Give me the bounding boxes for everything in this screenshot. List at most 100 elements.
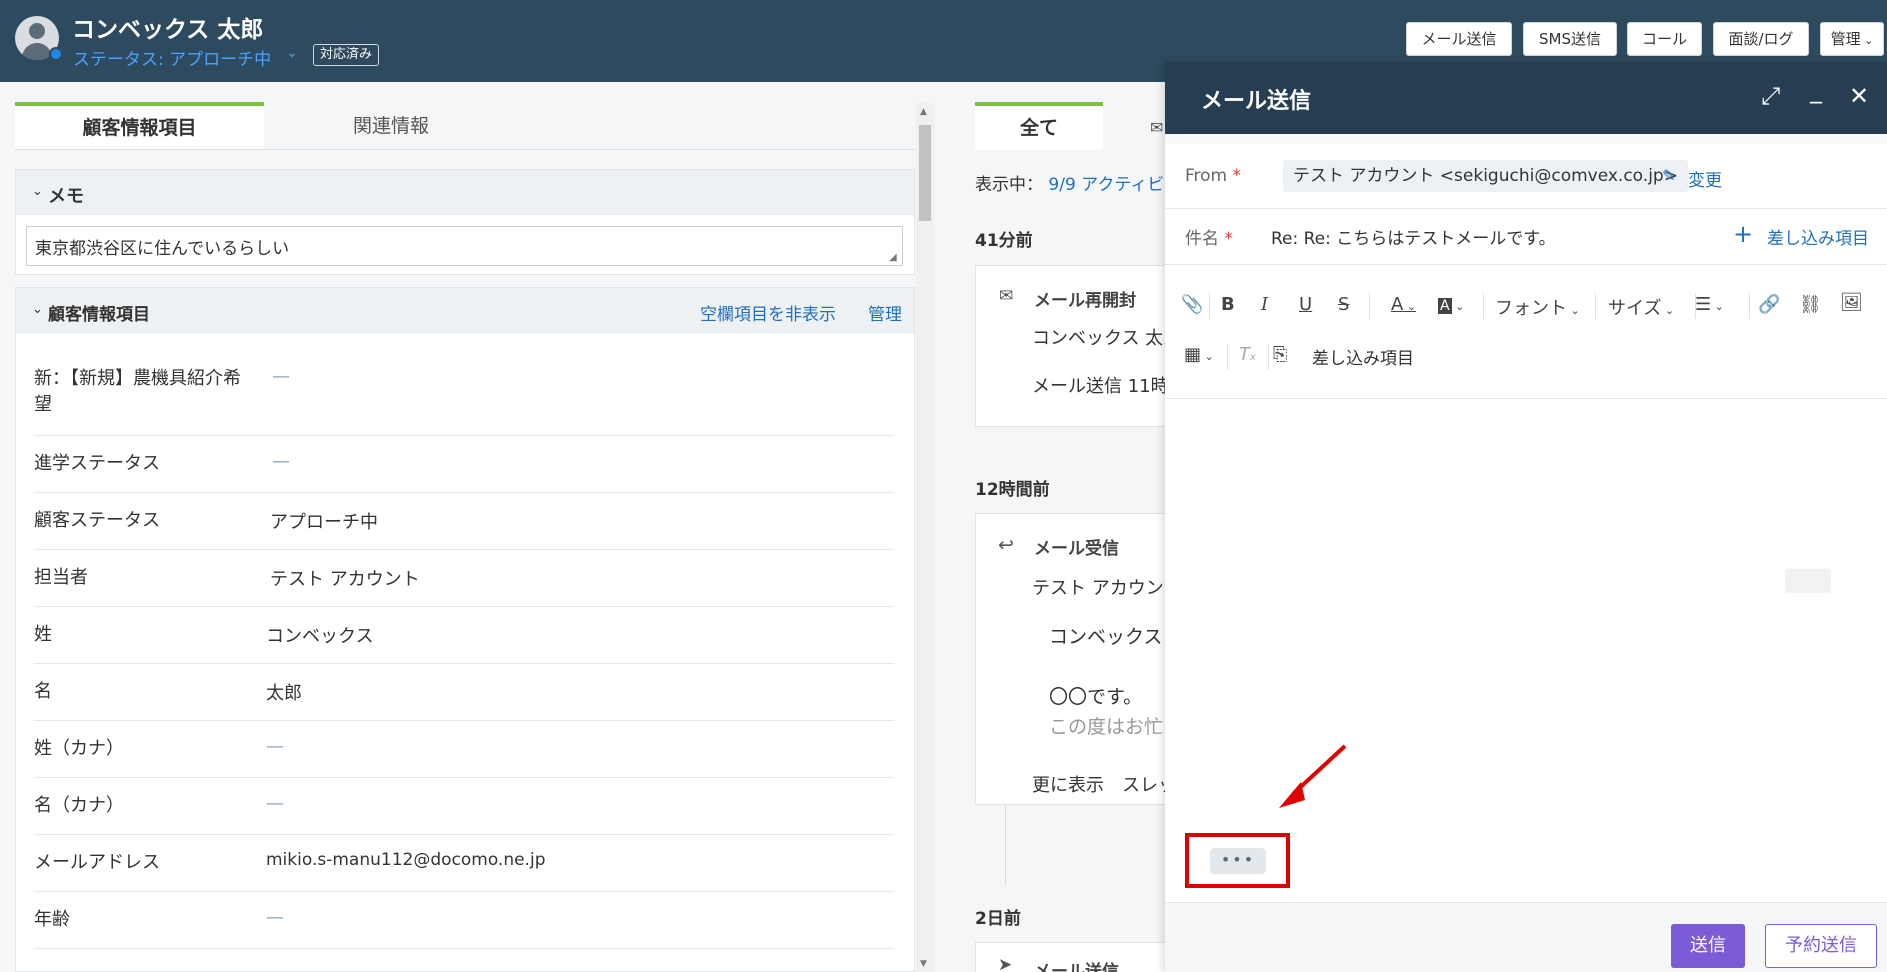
chevron-down-icon[interactable]: ⌄ — [286, 45, 298, 61]
subject-input[interactable]: Re: Re: こちらはテストメールです。 — [1271, 224, 1556, 249]
subject-label: 件名 * — [1185, 229, 1233, 249]
field-row: 顧客ステータス アプローチ中 — [34, 493, 894, 550]
status-badge: 対応済み — [313, 44, 380, 66]
font-size-select[interactable]: サイズ ⌄ — [1608, 294, 1674, 320]
send-email-button[interactable]: メール送信 — [1406, 22, 1512, 56]
field-row: 進学ステータス — — [34, 436, 894, 493]
email-compose-panel: メール送信 ⤢ _ ✕ From * テスト アカウント <sekiguchi@… — [1165, 62, 1887, 972]
schedule-send-button[interactable]: 予約送信 — [1765, 924, 1877, 968]
memo-section-header[interactable]: ⌄ メモ — [15, 169, 915, 215]
email-compose-header: メール送信 ⤢ _ ✕ — [1165, 62, 1887, 134]
italic-icon[interactable]: I — [1261, 294, 1268, 315]
timeline-card[interactable]: ➤ メール送信 — [975, 942, 1175, 972]
field-value[interactable]: — — [266, 907, 284, 928]
left-scrollbar[interactable]: ▲ ▼ — [916, 103, 934, 972]
activity-text: メール送信 11時間 — [1032, 376, 1187, 397]
field-row: 姓 コンベックス — [34, 607, 894, 664]
field-label: 年齢 — [34, 909, 70, 930]
unlink-icon[interactable]: ⛓ — [1799, 294, 1822, 315]
field-value[interactable]: — — [266, 736, 284, 757]
memo-textarea[interactable]: 東京都渋谷区に住んでいるらしい — [26, 226, 903, 266]
minimize-icon[interactable]: _ — [1810, 76, 1822, 104]
timeline-time: 41分前 — [975, 231, 1033, 251]
activity-text: 〇〇です。 — [1049, 686, 1143, 708]
merge-field-button[interactable]: 差し込み項目 — [1312, 344, 1414, 369]
call-button[interactable]: コール — [1627, 22, 1702, 56]
clear-format-icon[interactable]: Tx — [1239, 344, 1256, 365]
tab-related-info[interactable]: 関連情報 — [264, 102, 518, 150]
field-value[interactable]: — — [272, 451, 290, 472]
timeline-card[interactable]: ✉ メール再開封 コンベックス 太郎 メール送信 11時間 — [975, 265, 1187, 427]
timeline-connector — [1005, 805, 1006, 885]
send-icon: ➤ — [998, 955, 1013, 972]
customer-info-section-header[interactable]: ⌄ 顧客情報項目 空欄項目を非表示 管理 — [15, 287, 915, 333]
text-color-icon[interactable]: A ⌄ — [1391, 294, 1416, 315]
font-family-select[interactable]: フォント ⌄ — [1495, 294, 1580, 320]
manage-menu-button[interactable]: 管理 ⌄ — [1820, 22, 1884, 56]
showing-prefix: 表示中： — [975, 175, 1043, 195]
field-row: 名 太郎 — [34, 664, 894, 721]
scroll-thumb[interactable] — [919, 125, 931, 221]
field-row: 新：【新規】農機具紹介希望 — — [34, 360, 894, 436]
send-sms-button[interactable]: SMS送信 — [1523, 22, 1617, 56]
manage-label: 管理 — [1830, 30, 1861, 48]
pencil-icon[interactable]: ✎ — [1662, 166, 1675, 185]
change-from-link[interactable]: 変更 — [1688, 166, 1722, 191]
interview-log-button[interactable]: 面談/ログ — [1713, 22, 1809, 56]
strikethrough-icon[interactable]: S — [1338, 294, 1349, 315]
chevron-down-icon[interactable]: ⌄ — [32, 184, 43, 199]
field-label: 名 — [34, 681, 52, 702]
activity-text: テスト アカウント — [1032, 578, 1182, 599]
field-value[interactable]: mikio.s-manu112@docomo.ne.jp — [266, 850, 545, 870]
align-icon[interactable]: ☰ ⌄ — [1695, 294, 1724, 315]
email-filter-icon[interactable]: ✉ — [1150, 118, 1163, 137]
field-row: 年齢 — — [34, 892, 894, 949]
link-icon[interactable]: 🔗 — [1758, 294, 1780, 315]
field-label: 進学ステータス — [34, 453, 160, 474]
more-options-button[interactable]: ••• — [1210, 848, 1266, 874]
field-label: 顧客ステータス — [34, 510, 160, 531]
field-row: 担当者 テスト アカウント — [34, 550, 894, 607]
email-body-editor[interactable] — [1165, 399, 1887, 899]
timeline-card[interactable]: ↩ メール受信 テスト アカウント コンベックス 〇〇です。 この度はお忙 更に… — [975, 513, 1182, 805]
activity-title: メール受信 — [1034, 539, 1119, 559]
chevron-down-icon[interactable]: ⌄ — [32, 302, 43, 317]
resize-handle-icon[interactable]: ◢ — [889, 252, 897, 263]
field-value[interactable]: テスト アカウント — [270, 565, 420, 591]
attachment-icon[interactable]: 📎 — [1181, 294, 1203, 315]
merge-field-icon[interactable]: ⎘ — [1273, 344, 1287, 365]
field-value[interactable]: — — [266, 793, 284, 814]
field-row: 名（カナ） — — [34, 778, 894, 835]
plus-icon[interactable]: + — [1733, 220, 1753, 248]
highlight-color-icon[interactable]: A ⌄ — [1438, 294, 1464, 315]
tab-all-activities[interactable]: 全て — [975, 102, 1103, 150]
activity-title: メール再開封 — [1034, 291, 1136, 311]
field-label: 名（カナ） — [34, 795, 124, 816]
field-row: メールアドレス mikio.s-manu112@docomo.ne.jp — [34, 835, 894, 892]
status-dropdown[interactable]: ステータス: アプローチ中 — [73, 45, 271, 70]
field-value[interactable]: 太郎 — [266, 679, 302, 705]
insert-merge-field-link[interactable]: 差し込み項目 — [1767, 224, 1869, 249]
showing-count: 表示中： 9/9 アクティビ — [975, 170, 1164, 195]
underline-icon[interactable]: U — [1299, 294, 1312, 315]
field-value[interactable]: — — [272, 366, 290, 387]
field-value[interactable]: アプローチ中 — [270, 508, 378, 534]
bold-icon[interactable]: B — [1221, 294, 1235, 315]
close-icon[interactable]: ✕ — [1849, 82, 1869, 110]
field-value[interactable]: コンベックス — [266, 622, 373, 648]
customer-name: コンベックス 太郎 — [72, 17, 264, 43]
memo-title: メモ — [48, 186, 84, 207]
from-address: テスト アカウント <sekiguchi@comvex.co.jp> — [1283, 160, 1688, 192]
activity-filter-link[interactable]: 9/9 アクティビ — [1048, 175, 1164, 195]
expand-icon[interactable]: ⤢ — [1761, 82, 1780, 110]
manage-fields-link[interactable]: 管理 — [868, 300, 902, 325]
send-button[interactable]: 送信 — [1671, 924, 1745, 968]
show-more-link[interactable]: 更に表示 — [1032, 771, 1104, 797]
tab-customer-info[interactable]: 顧客情報項目 — [15, 102, 264, 150]
image-icon[interactable]: 🖼 — [1840, 292, 1863, 313]
table-icon[interactable]: ▦ ⌄ — [1184, 344, 1214, 365]
envelope-open-icon: ✉ — [999, 286, 1014, 306]
field-label: 姓 — [34, 624, 52, 645]
hide-empty-fields-link[interactable]: 空欄項目を非表示 — [700, 300, 836, 325]
field-row: 姓（カナ） — — [34, 721, 894, 778]
